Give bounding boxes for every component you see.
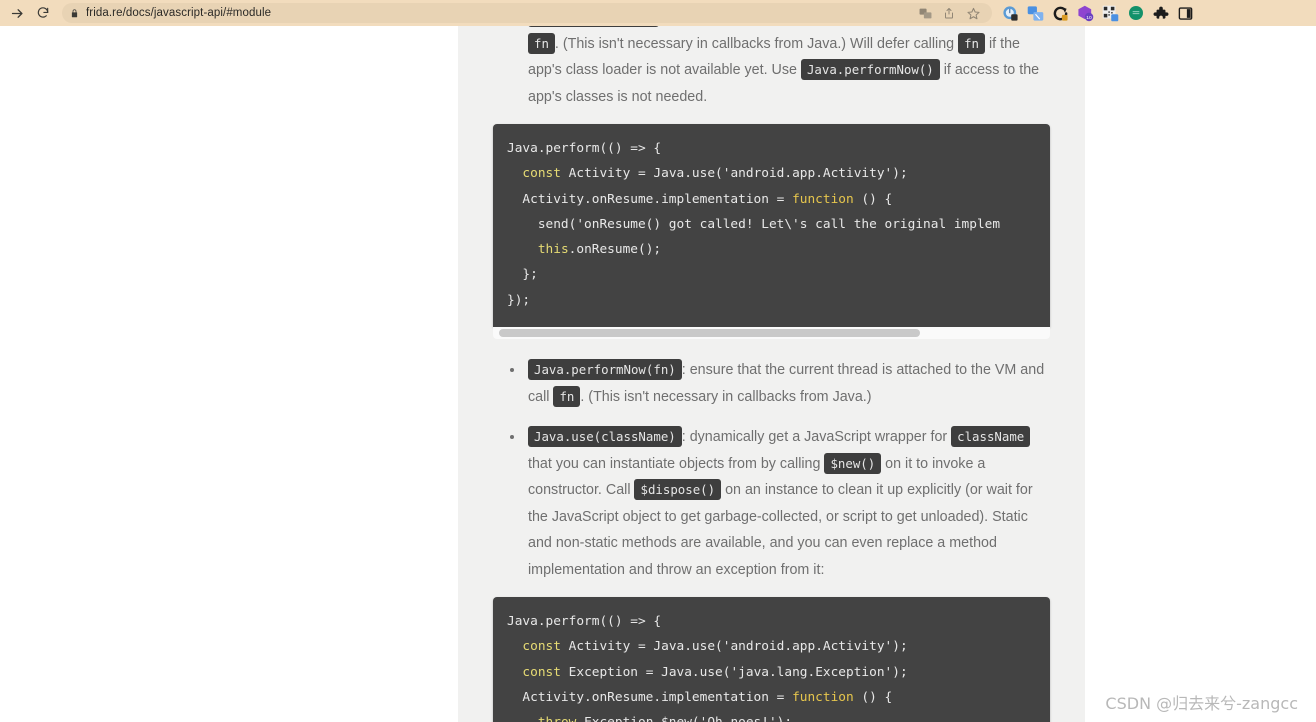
code-block-1-wrapper: Java.perform(() => { const Activity = Ja… xyxy=(493,124,1050,340)
api-bullet-list-top: Java.perform(fn): ensure that the curren… xyxy=(493,26,1053,110)
translate-icon[interactable] xyxy=(914,4,936,22)
code-token: () { xyxy=(853,689,893,705)
reload-icon xyxy=(37,7,49,18)
documentation-content: Java.perform(fn): ensure that the curren… xyxy=(493,26,1053,722)
code-token: () { xyxy=(853,191,893,207)
inline-code: fn xyxy=(958,32,986,54)
svg-text:10: 10 xyxy=(1086,14,1092,20)
qr-code-extension-icon[interactable] xyxy=(1098,2,1123,24)
code-block-2-wrapper: Java.perform(() => { const Activity = Ja… xyxy=(493,597,1050,722)
purple-badge-extension-icon[interactable]: 10 xyxy=(1073,2,1098,24)
inline-code: $new() xyxy=(824,452,882,474)
green-circle-extension-icon[interactable] xyxy=(1123,2,1148,24)
inline-code: $dispose() xyxy=(634,479,722,501)
page-viewport: Java.perform(fn): ensure that the curren… xyxy=(0,26,1316,722)
code-block-1[interactable]: Java.perform(() => { const Activity = Ja… xyxy=(493,124,1050,328)
code-token: const xyxy=(522,166,561,182)
browser-toolbar: frida.re/docs/javascript-api/#module 10 xyxy=(0,0,1316,26)
code-token: Exception.$new('Oh noes!'); xyxy=(576,715,792,722)
extensions-area: 10 xyxy=(998,2,1198,24)
code-block-2[interactable]: Java.perform(() => { const Activity = Ja… xyxy=(493,597,1050,722)
code-token: send('onResume() got called! Let\'s call… xyxy=(507,216,1001,232)
code-token: Java.perform(() => { xyxy=(507,141,662,156)
code-token: Java.perform(() => { xyxy=(507,614,662,630)
code-token: const xyxy=(522,639,561,655)
inline-code: Java.performNow() xyxy=(800,59,940,80)
code-block-1-scrollbar[interactable] xyxy=(493,327,1050,340)
sidebar-toggle-icon[interactable] xyxy=(1173,2,1198,24)
code-token: Activity.onResume.implementation = xyxy=(507,191,793,207)
code-token: this xyxy=(537,242,569,258)
lock-icon xyxy=(70,8,79,19)
code-token: throw xyxy=(538,715,577,722)
inline-code: fn xyxy=(553,385,581,407)
list-item: Java.perform(fn): ensure that the curren… xyxy=(493,26,1053,110)
clock-extension-icon[interactable] xyxy=(998,2,1023,24)
scrollbar-thumb[interactable] xyxy=(499,329,920,338)
code-token: Activity = Java.use('android.app.Activit… xyxy=(560,639,908,655)
code-token: function xyxy=(792,689,854,705)
inline-code: fn xyxy=(528,32,555,54)
puzzle-extensions-icon[interactable] xyxy=(1148,2,1173,24)
reload-button[interactable] xyxy=(30,2,56,24)
inline-code: Java.use(className) xyxy=(528,426,682,448)
url-text: frida.re/docs/javascript-api/#module xyxy=(86,7,272,19)
list-item: Java.performNow(fn): ensure that the cur… xyxy=(493,357,1053,410)
translate-extension-icon[interactable] xyxy=(1023,2,1048,24)
code-token: function xyxy=(792,191,854,207)
arrow-right-icon xyxy=(11,8,22,18)
code-token: Activity = Java.use('android.app.Activit… xyxy=(560,166,908,182)
forward-button[interactable] xyxy=(4,2,30,24)
api-bullet-list-middle: Java.performNow(fn): ensure that the cur… xyxy=(493,357,1053,583)
code-token: Exception = Java.use('java.lang.Exceptio… xyxy=(560,664,908,680)
star-icon[interactable] xyxy=(962,4,984,22)
code-token: Activity.onResume.implementation = xyxy=(507,689,793,705)
inline-code: Java.performNow(fn) xyxy=(528,359,682,381)
code-token: }); xyxy=(507,292,531,308)
share-icon[interactable] xyxy=(938,4,960,22)
inline-code: className xyxy=(951,426,1031,448)
documentation-column: Java.perform(fn): ensure that the curren… xyxy=(458,26,1085,722)
code-token: }; xyxy=(507,267,538,283)
csdn-watermark: CSDN @归去来兮-zangcc xyxy=(1105,694,1298,713)
address-bar[interactable]: frida.re/docs/javascript-api/#module xyxy=(62,3,992,23)
code-token: const xyxy=(522,664,561,680)
code-token: .onResume(); xyxy=(568,242,662,258)
list-item: Java.use(className): dynamically get a J… xyxy=(493,424,1053,583)
inline-code: Java.perform(fn) xyxy=(528,26,660,27)
circle-arrow-extension-icon[interactable] xyxy=(1048,2,1073,24)
